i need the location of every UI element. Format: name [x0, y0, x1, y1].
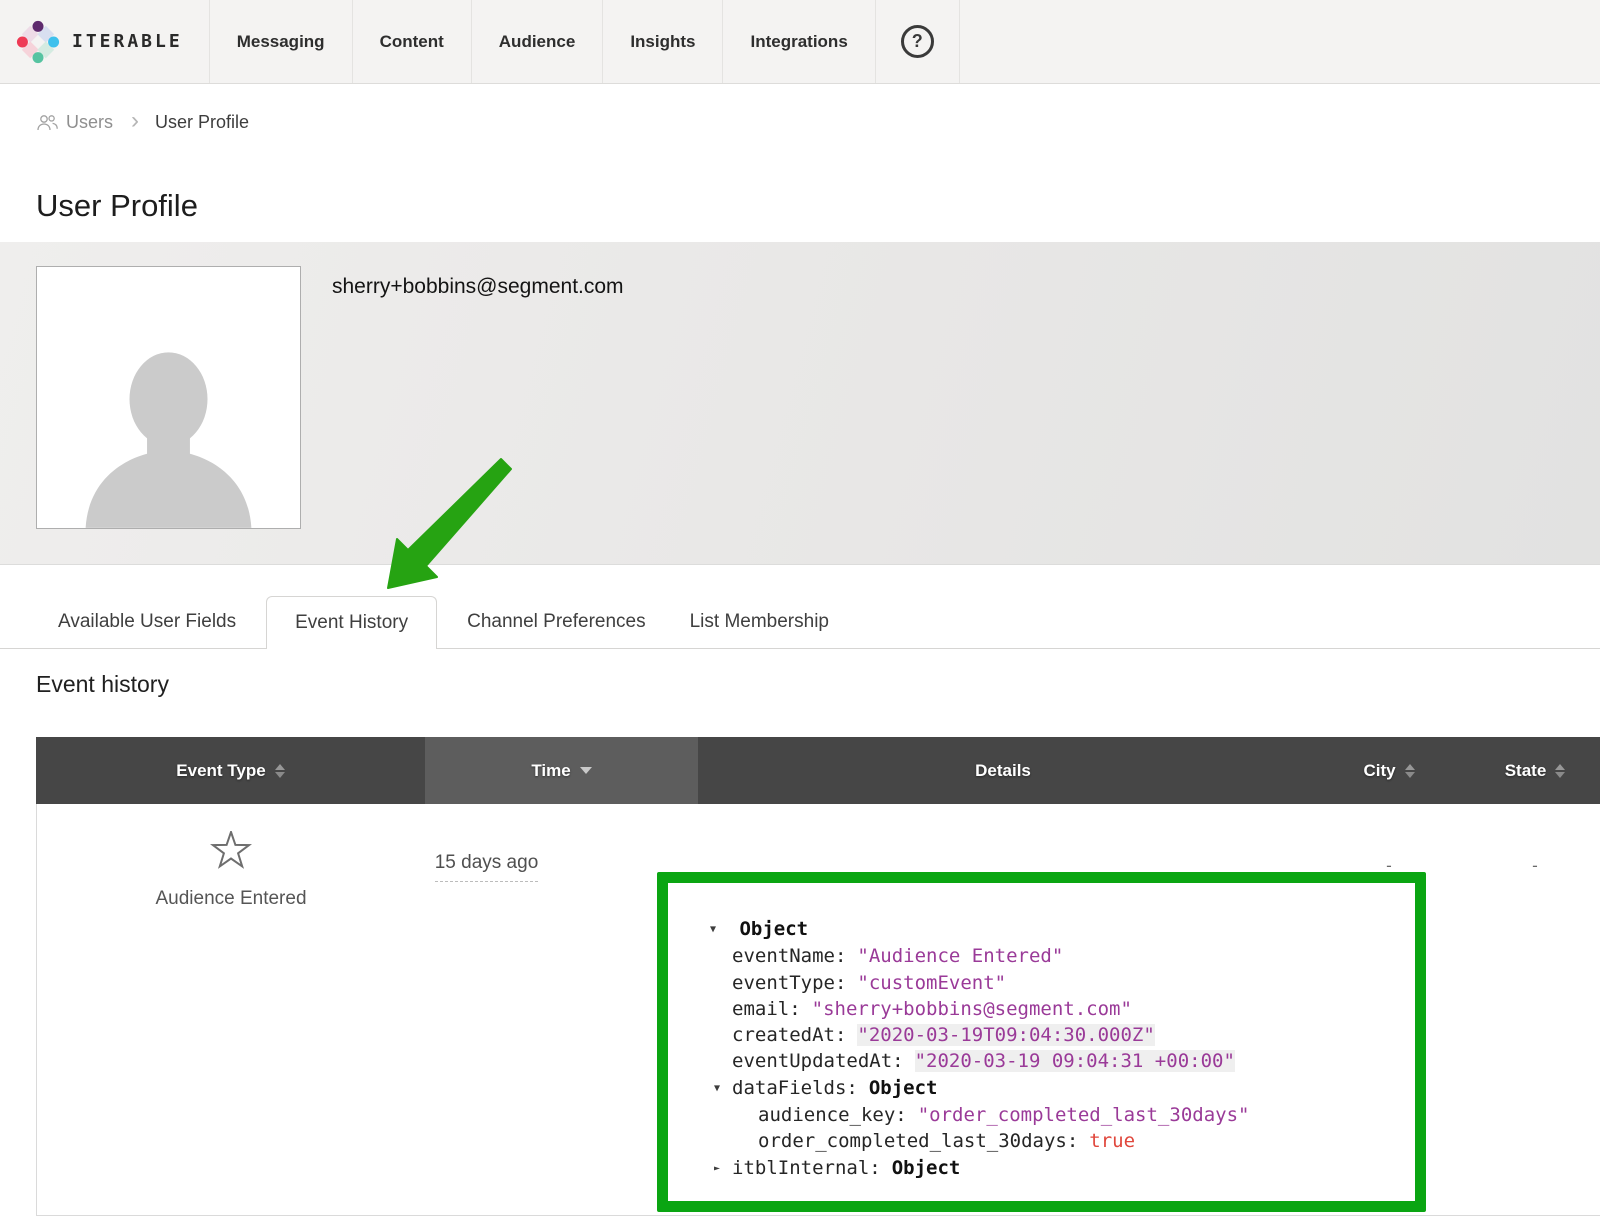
json-field: eventType:"customEvent": [710, 970, 1308, 996]
iterable-logo[interactable]: ITERABLE: [0, 0, 210, 83]
breadcrumb: Users › User Profile: [36, 108, 1600, 136]
event-type-cell: Audience Entered: [37, 804, 425, 1215]
profile-tabs: Available User Fields Event History Chan…: [0, 595, 1600, 649]
page-title: User Profile: [36, 186, 1600, 226]
users-icon: [36, 114, 58, 131]
tab-available-user-fields[interactable]: Available User Fields: [36, 596, 258, 648]
event-history-table: Event Type Time Details City State Audie…: [36, 737, 1600, 1216]
top-nav: ITERABLE Messaging Content Audience Insi…: [0, 0, 1600, 84]
time-cell: 15 days ago: [425, 804, 698, 1215]
nav-item-integrations[interactable]: Integrations: [723, 0, 875, 83]
nav-item-content[interactable]: Content: [353, 0, 472, 83]
column-header-details: Details: [698, 737, 1308, 804]
event-details-json: ▼ Object eventName:"Audience Entered" ev…: [710, 916, 1308, 1182]
json-object-node: ►itblInternal:Object: [710, 1155, 1308, 1182]
person-silhouette-icon: [71, 323, 266, 528]
sort-desc-icon: [580, 767, 592, 774]
nav-item-insights[interactable]: Insights: [603, 0, 723, 83]
details-cell: ▼ Object eventName:"Audience Entered" ev…: [698, 804, 1308, 1215]
json-field: createdAt:"2020-03-19T09:04:30.000Z": [710, 1022, 1308, 1048]
user-email: sherry+bobbins@segment.com: [332, 275, 624, 299]
tab-channel-preferences[interactable]: Channel Preferences: [445, 596, 668, 648]
sort-both-icon: [1555, 764, 1565, 778]
sort-both-icon: [275, 764, 285, 778]
json-field: audience_key:"order_completed_last_30day…: [710, 1102, 1308, 1128]
json-field: eventName:"Audience Entered": [710, 943, 1308, 969]
iterable-diamond-icon: [16, 20, 60, 64]
section-heading: Event history: [36, 669, 1600, 699]
event-type-label: Audience Entered: [37, 888, 425, 910]
tab-list-membership[interactable]: List Membership: [668, 596, 851, 648]
profile-hero: sherry+bobbins@segment.com: [0, 242, 1600, 565]
json-root-node: ▼ Object: [710, 916, 1308, 943]
help-icon: ?: [901, 25, 934, 58]
star-outline-icon: [210, 831, 252, 871]
json-object-node: ▼dataFields:Object: [710, 1075, 1308, 1102]
expand-toggle-icon[interactable]: ►: [714, 1156, 732, 1182]
json-field: order_completed_last_30days:true: [710, 1128, 1308, 1154]
help-button[interactable]: ?: [876, 0, 960, 83]
column-header-time[interactable]: Time: [425, 737, 698, 804]
column-header-state[interactable]: State: [1470, 737, 1600, 804]
json-field: email:"sherry+bobbins@segment.com": [710, 996, 1308, 1022]
table-header: Event Type Time Details City State: [36, 737, 1600, 804]
breadcrumb-users-link[interactable]: Users: [36, 112, 113, 133]
relative-time[interactable]: 15 days ago: [435, 852, 539, 882]
avatar: [36, 266, 301, 529]
tab-event-history[interactable]: Event History: [266, 596, 437, 649]
column-header-city[interactable]: City: [1308, 737, 1470, 804]
state-cell: -: [1470, 804, 1600, 1215]
collapse-toggle-icon[interactable]: ▼: [714, 1076, 732, 1102]
nav-item-messaging[interactable]: Messaging: [210, 0, 353, 83]
city-cell: -: [1308, 804, 1470, 1215]
breadcrumb-current: User Profile: [155, 112, 249, 133]
chevron-right-icon: ›: [131, 107, 139, 135]
table-row: Audience Entered 15 days ago ▼ Object ev…: [36, 804, 1600, 1216]
brand-name: ITERABLE: [72, 31, 183, 52]
nav-item-audience[interactable]: Audience: [472, 0, 604, 83]
json-field: eventUpdatedAt:"2020-03-19 09:04:31 +00:…: [710, 1048, 1308, 1074]
column-header-event-type[interactable]: Event Type: [36, 737, 425, 804]
collapse-toggle-icon[interactable]: ▼: [710, 917, 728, 943]
sort-both-icon: [1405, 764, 1415, 778]
